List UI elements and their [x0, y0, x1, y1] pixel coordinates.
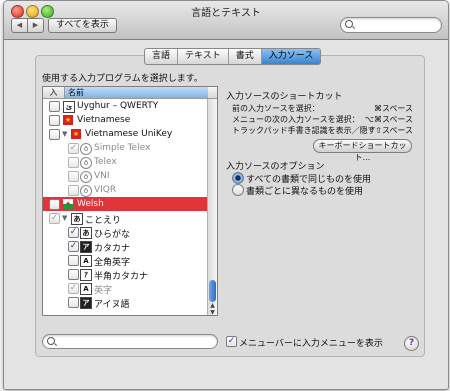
list-item-label: Vietnamese UniKey: [85, 129, 173, 139]
list-item-checkbox[interactable]: [49, 115, 60, 126]
list-item-checkbox[interactable]: ✓: [68, 241, 79, 252]
radio-per-document[interactable]: [232, 184, 244, 196]
list-item[interactable]: ō VNI: [43, 169, 207, 183]
tab-input-sources[interactable]: 入力ソース: [261, 49, 321, 64]
list-item-checkbox[interactable]: [68, 297, 79, 308]
input-method-icon: ō: [80, 157, 92, 169]
list-item-label: Simple Telex: [94, 143, 151, 153]
list-item-label: VNI: [94, 171, 110, 181]
list-item-label: アイヌ語: [94, 300, 130, 310]
kotoeri-icon: あ: [71, 213, 83, 225]
list-item[interactable]: ✓ A 英字: [43, 281, 207, 296]
list-item-checkbox[interactable]: [68, 269, 79, 280]
list-item-label: VIQR: [94, 185, 117, 195]
list-item[interactable]: アアイヌ語: [43, 295, 207, 310]
list-item[interactable]: ✦ Welsh: [43, 197, 207, 211]
shortcuts-title: 入力ソースのショートカット: [226, 92, 343, 102]
options-title: 入力ソースのオプション: [226, 162, 325, 172]
preferences-search-field[interactable]: [340, 17, 442, 33]
search-icon: [345, 20, 353, 28]
vietnam-flag-icon: ★: [71, 129, 81, 139]
list-item-checkbox[interactable]: ✓: [68, 143, 79, 154]
list-item[interactable]: ✓ あひらがな: [43, 225, 207, 240]
tab-language[interactable]: 言語: [145, 49, 179, 64]
vietnam-flag-icon: ★: [63, 115, 73, 125]
help-button[interactable]: ?: [404, 336, 419, 351]
list-item-checkbox[interactable]: [68, 255, 79, 266]
shortcut-label-next: メニューの次の入力ソースを選択：: [232, 115, 360, 124]
shortcut-key-trackpad: ^⇧スペース: [368, 126, 413, 135]
list-item[interactable]: ▼ ★ Vietnamese UniKey: [43, 127, 207, 141]
hiragana-icon: あ: [80, 227, 92, 239]
input-method-icon: ō: [80, 143, 92, 155]
list-item[interactable]: ئ Uyghur – QWERTY: [43, 99, 207, 113]
radio-same-for-all[interactable]: [232, 172, 244, 184]
list-header: 入 名前 ▲: [43, 87, 217, 99]
list-item-checkbox[interactable]: [68, 171, 79, 182]
help-icon: ?: [408, 338, 415, 348]
romaji-icon: A: [80, 283, 92, 295]
list-scrollbar[interactable]: ▲ ▼: [207, 99, 217, 315]
list-prompt: 使用する入力プログラムを選択します。: [42, 74, 203, 84]
list-item-label: Vietnamese: [77, 115, 131, 125]
show-input-menu-checkbox[interactable]: ✓: [226, 336, 237, 347]
tab-bar: 言語 テキスト 書式 入力ソース: [144, 48, 322, 65]
list-item[interactable]: ō Telex: [43, 155, 207, 169]
tab-formats[interactable]: 書式: [229, 49, 262, 64]
back-button[interactable]: ◀: [11, 18, 28, 33]
halfwidth-katakana-icon: ｱ: [80, 269, 92, 281]
input-method-icon: ō: [80, 171, 92, 183]
scroll-up-icon[interactable]: ▲: [209, 302, 216, 309]
tab-text[interactable]: テキスト: [178, 49, 229, 64]
list-item[interactable]: ō VIQR: [43, 183, 207, 197]
title-bar: 言語とテキスト ◀ ▶ すべてを表示: [4, 1, 448, 40]
show-all-button[interactable]: すべてを表示: [48, 18, 117, 33]
list-item-checkbox[interactable]: [49, 101, 60, 112]
scrollbar-thumb[interactable]: [209, 280, 216, 302]
list-item[interactable]: ✓ アカタカナ: [43, 239, 207, 254]
list-item-checkbox[interactable]: [68, 185, 79, 196]
list-item-checkbox[interactable]: ✓: [68, 227, 79, 238]
shortcut-key-previous: ⌘スペース: [373, 104, 413, 113]
list-item-checkbox[interactable]: [68, 157, 79, 168]
list-item[interactable]: ✓ ō Simple Telex: [43, 141, 207, 155]
list-item-label: Telex: [94, 157, 117, 167]
katakana-icon: ア: [80, 241, 92, 253]
list-item[interactable]: ✓ ▼ あことえり: [43, 211, 207, 226]
fullwidth-alpha-icon: A: [80, 255, 92, 267]
list-item[interactable]: ★ Vietnamese: [43, 113, 207, 127]
shortcut-label-previous: 前の入力ソースを選択：: [232, 104, 320, 113]
radio-per-document-label: 書類ごとに異なるものを使用: [246, 187, 364, 197]
search-icon: [47, 337, 55, 345]
input-source-search-field[interactable]: [42, 334, 218, 349]
column-header-enabled[interactable]: 入: [43, 87, 65, 98]
list-item-checkbox[interactable]: [49, 199, 60, 210]
uyghur-icon: ئ: [63, 101, 75, 113]
keyboard-shortcuts-button[interactable]: キーボードショートカット...: [313, 139, 412, 162]
list-item-checkbox[interactable]: ✓: [68, 283, 79, 294]
forward-arrow-icon: ▶: [32, 21, 39, 29]
forward-button[interactable]: ▶: [27, 18, 44, 33]
list-item[interactable]: A 全角英字: [43, 253, 207, 268]
disclosure-triangle-icon[interactable]: ▼: [62, 130, 67, 138]
list-item-checkbox[interactable]: ✓: [49, 213, 60, 224]
column-header-name[interactable]: 名前 ▲: [65, 87, 208, 98]
input-method-icon: ō: [80, 185, 92, 197]
preferences-window: 言語とテキスト ◀ ▶ すべてを表示 言語 テキスト 書式 入力ソース 使用する…: [3, 0, 449, 390]
back-arrow-icon: ◀: [16, 21, 23, 29]
scroll-down-icon[interactable]: ▼: [209, 309, 216, 315]
disclosure-triangle-icon[interactable]: ▼: [62, 214, 67, 222]
wales-flag-icon: ✦: [63, 199, 73, 209]
list-item-checkbox[interactable]: [49, 129, 60, 140]
list-item[interactable]: ｱ半角カタカナ: [43, 267, 207, 282]
ainu-icon: ア: [80, 297, 92, 309]
list-item-label: Uyghur – QWERTY: [77, 101, 159, 111]
column-header-name-label: 名前: [68, 88, 84, 97]
list-item-label: Welsh: [77, 199, 104, 209]
input-source-list: 入 名前 ▲ ئUyghur – QWERTY ★ Vietnamese ▼ ★ Viet…: [42, 86, 218, 316]
show-input-menu-label: メニューバーに入力メニューを表示: [239, 339, 383, 349]
shortcut-key-next: ⌥⌘スペース: [364, 115, 413, 124]
